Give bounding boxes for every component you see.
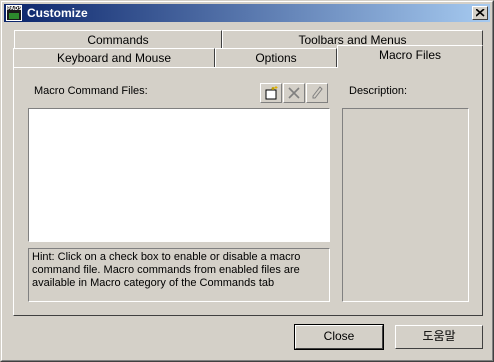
macro-files-list[interactable] <box>28 108 330 242</box>
macro-files-label: Macro Command Files: <box>34 85 148 97</box>
description-box <box>342 108 469 302</box>
hint-text: Hint: Click on a check box to enable or … <box>28 248 330 302</box>
new-file-icon <box>265 86 278 100</box>
close-button[interactable]: Close <box>294 324 384 350</box>
customize-dialog: PADS Customize Commands Toolbars and Men… <box>0 0 494 362</box>
window-title: Customize <box>27 6 88 20</box>
tab-keyboard-and-mouse[interactable]: Keyboard and Mouse <box>13 48 215 68</box>
app-icon: PADS <box>6 5 22 21</box>
delete-macro-file-button[interactable] <box>283 83 305 103</box>
tab-options[interactable]: Options <box>215 48 337 68</box>
tab-macro-files[interactable]: Macro Files <box>337 45 483 68</box>
macro-files-panel: Macro Command Files: Hint: Click on a ch… <box>13 67 483 316</box>
tab-commands[interactable]: Commands <box>14 30 222 50</box>
description-label: Description: <box>349 85 408 97</box>
title-bar[interactable]: PADS Customize <box>4 4 490 22</box>
new-macro-file-button[interactable] <box>260 83 282 103</box>
edit-macro-file-button[interactable] <box>306 83 328 103</box>
delete-icon <box>288 87 300 99</box>
close-window-button[interactable] <box>472 6 488 20</box>
edit-icon <box>312 86 323 99</box>
close-icon <box>476 9 485 17</box>
help-button[interactable]: 도움말 <box>395 325 483 349</box>
app-icon-text: PADS <box>7 6 22 12</box>
